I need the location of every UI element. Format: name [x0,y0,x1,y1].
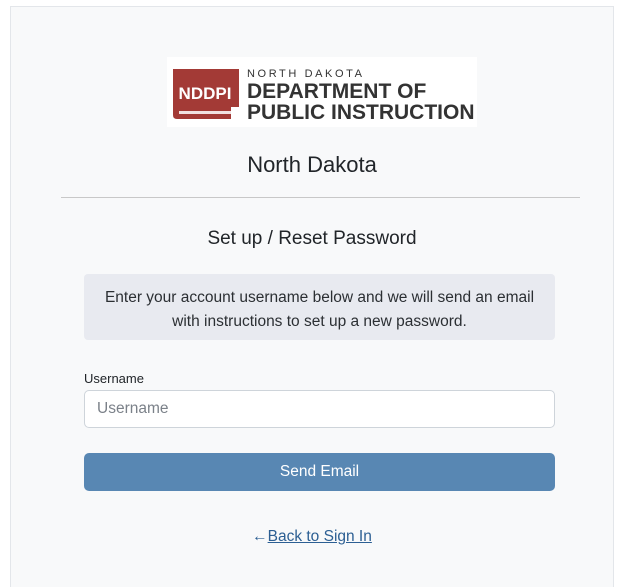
logo-line-2: DEPARTMENT OF [247,80,426,103]
logo-line-3: PUBLIC INSTRUCTION [247,101,475,124]
back-link-label: Back to Sign In [267,528,372,545]
back-to-sign-in-link[interactable]: ←Back to Sign In [252,528,372,545]
instructions-notice: Enter your account username below and we… [84,274,555,340]
logo-line-1: NORTH DAKOTA [247,68,365,80]
logo-abbr: NDDPI [179,84,232,103]
username-input[interactable] [84,390,555,428]
divider [61,197,580,198]
send-email-button[interactable]: Send Email [84,453,555,491]
org-title: North Dakota [247,152,377,177]
username-label: Username [84,371,144,386]
back-link-container: ←Back to Sign In [11,527,613,547]
page-title: Set up / Reset Password [207,228,417,249]
arrow-left-icon: ← [252,528,268,545]
nddpi-logo: NDDPI NORTH DAKOTA DEPARTMENT OF PUBLIC … [167,57,477,127]
reset-password-panel: NDDPI NORTH DAKOTA DEPARTMENT OF PUBLIC … [10,6,614,587]
